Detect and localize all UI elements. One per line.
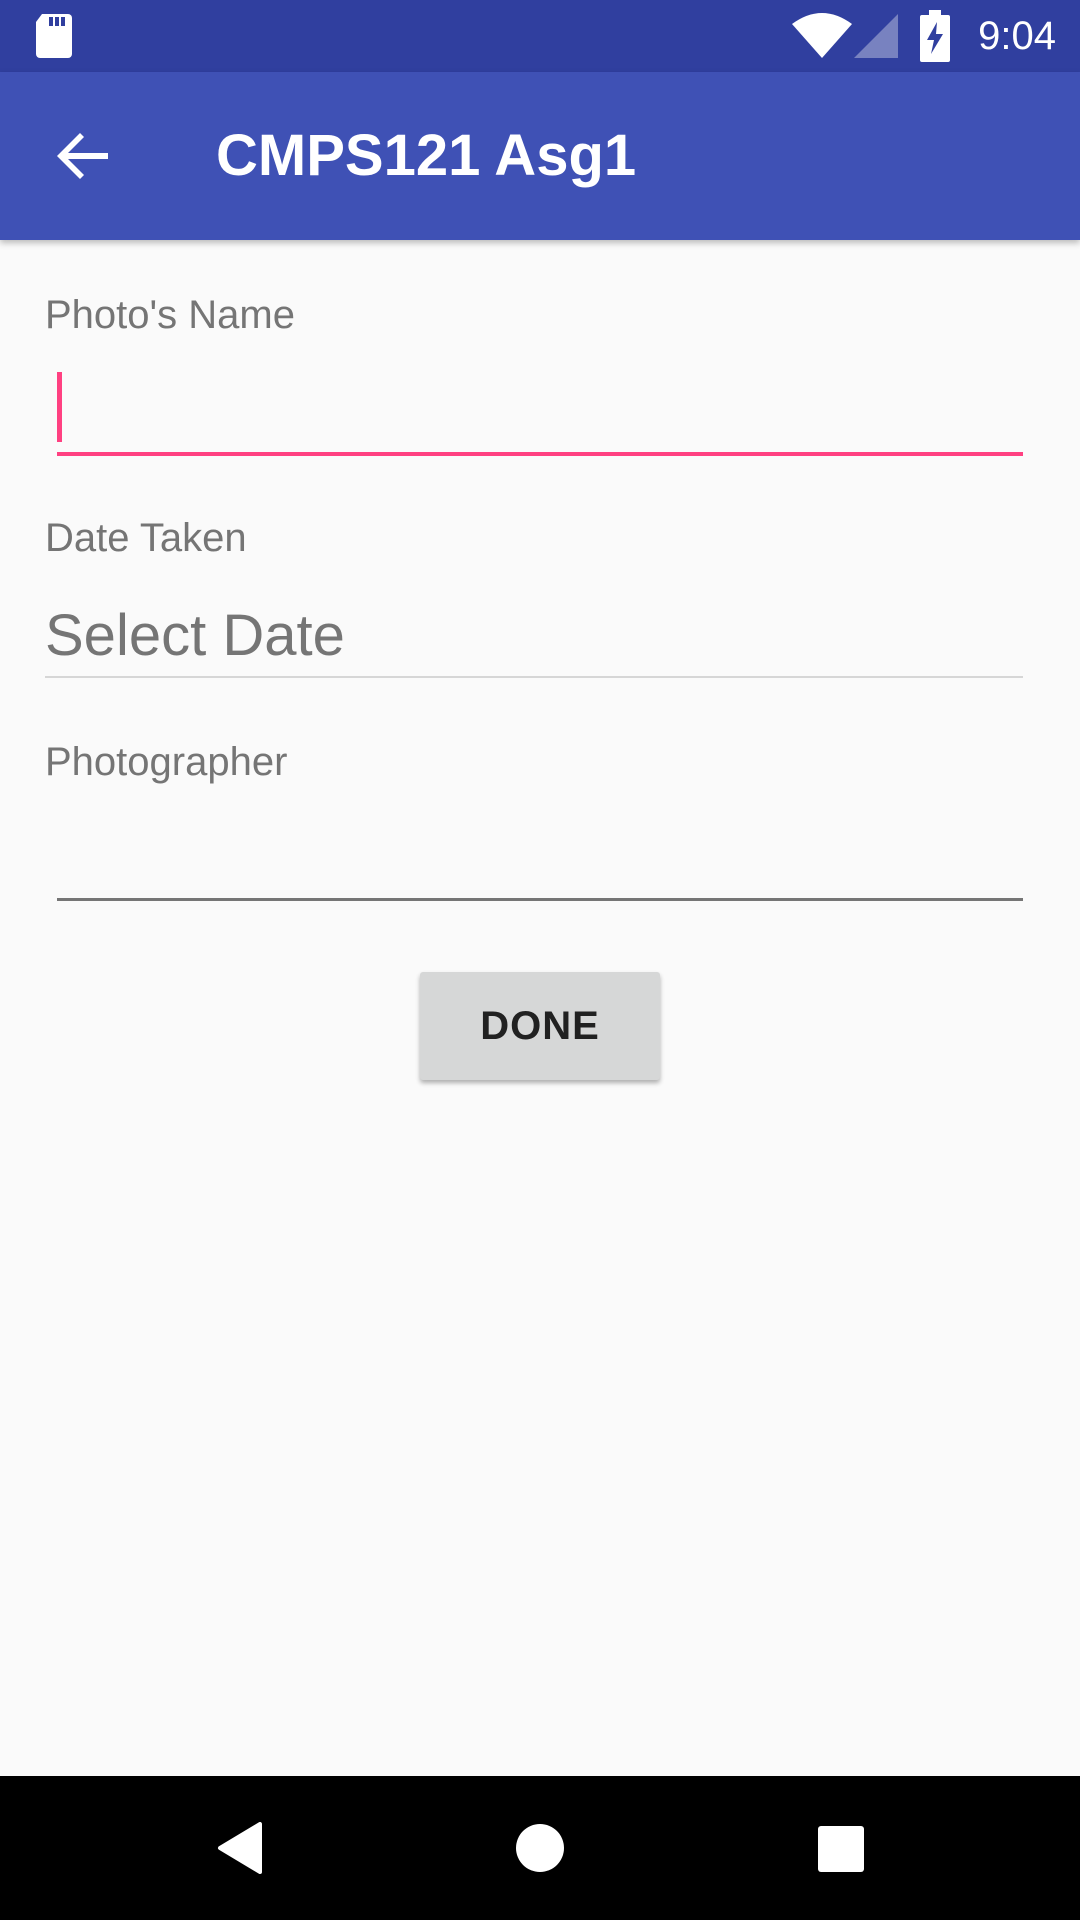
signal-icon bbox=[854, 14, 898, 58]
wifi-icon bbox=[792, 13, 852, 58]
select-date-field[interactable]: Select Date bbox=[45, 596, 1023, 678]
sd-card-icon bbox=[36, 14, 72, 58]
app-title: CMPS121 Asg1 bbox=[216, 123, 637, 188]
arrow-left-icon[interactable] bbox=[54, 126, 114, 186]
nav-back-icon[interactable] bbox=[216, 1822, 264, 1874]
photo-name-input[interactable] bbox=[57, 372, 1023, 456]
photographer-label: Photographer bbox=[45, 740, 288, 784]
battery-charging-icon bbox=[920, 10, 950, 62]
status-bar: 9:04 bbox=[0, 0, 1080, 72]
nav-home-icon[interactable] bbox=[516, 1824, 564, 1872]
app-bar: CMPS121 Asg1 bbox=[0, 72, 1080, 240]
nav-recents-icon[interactable] bbox=[818, 1826, 864, 1872]
done-button[interactable]: DONE bbox=[420, 972, 660, 1080]
status-time: 9:04 bbox=[978, 14, 1056, 58]
text-caret bbox=[57, 372, 62, 442]
photo-name-label: Photo's Name bbox=[45, 293, 295, 337]
photographer-input[interactable] bbox=[57, 818, 1023, 901]
date-taken-label: Date Taken bbox=[45, 516, 247, 560]
